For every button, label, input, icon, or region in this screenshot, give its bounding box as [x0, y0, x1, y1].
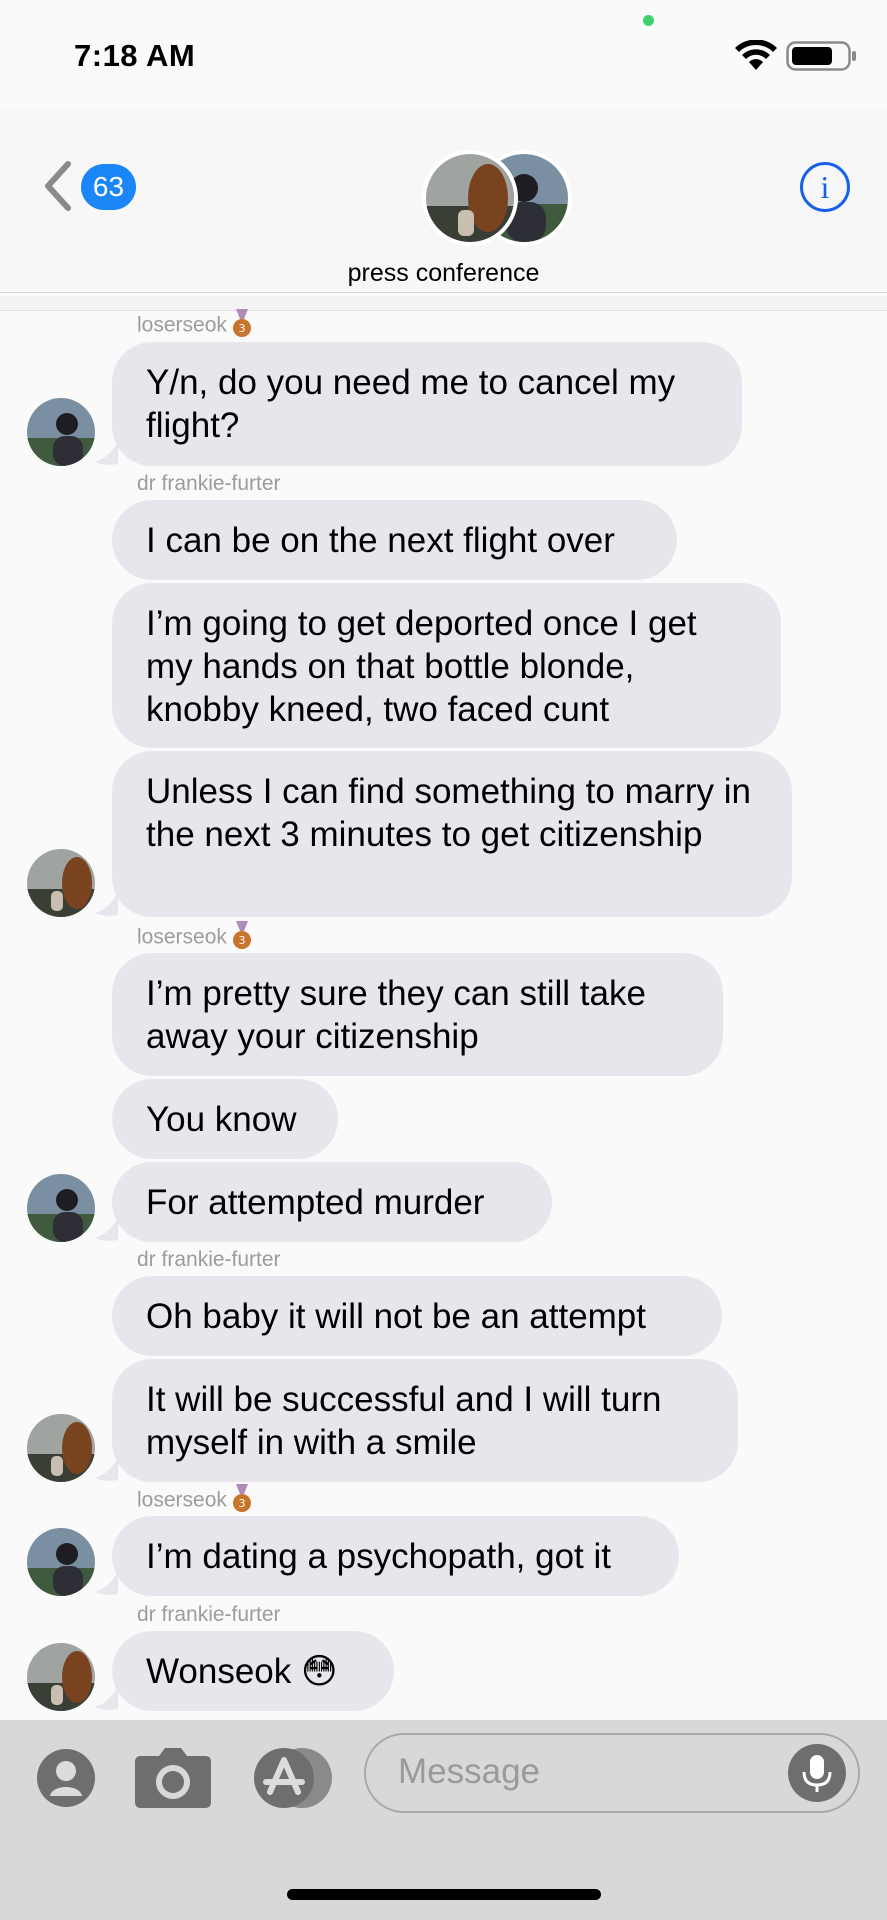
message-bubble[interactable]: It will be successful and I will turn my…	[112, 1359, 738, 1482]
bubble-tail	[94, 1687, 118, 1710]
conversation-title[interactable]: press conference	[0, 259, 887, 288]
status-time: 7:18 AM	[74, 38, 196, 73]
header-divider	[0, 296, 887, 311]
svg-text:3: 3	[238, 934, 245, 947]
bubble-tail	[94, 893, 118, 916]
info-button[interactable]: i	[800, 162, 850, 212]
avatar[interactable]	[27, 1174, 95, 1242]
bronze-medal-icon: 3	[232, 1484, 251, 1512]
sender-label: loserseok 3	[137, 921, 253, 951]
bubble-tail	[94, 1458, 118, 1481]
avatar[interactable]	[27, 1643, 95, 1711]
bubble-tail	[94, 1218, 118, 1241]
avatar[interactable]	[27, 1414, 95, 1482]
sender-label: dr frankie-furter	[137, 1248, 281, 1271]
sender-label: loserseok 3	[137, 1484, 253, 1514]
bronze-medal-icon: 3	[232, 921, 251, 949]
message-bubble[interactable]: Wonseok 😳	[112, 1631, 394, 1711]
svg-text:3: 3	[238, 1497, 245, 1510]
message-bubble[interactable]: I’m pretty sure they can still take away…	[112, 953, 723, 1076]
message-bubble[interactable]: I’m dating a psychopath, got it	[112, 1516, 679, 1596]
mic-button[interactable]	[788, 1744, 846, 1802]
message-bubble[interactable]: For attempted murder	[112, 1162, 552, 1242]
group-avatar-1[interactable]	[422, 150, 518, 246]
avatar[interactable]	[27, 398, 95, 466]
sender-label: dr frankie-furter	[137, 1603, 281, 1626]
sender-label: dr frankie-furter	[137, 472, 281, 495]
wifi-icon	[735, 40, 777, 70]
camera-indicator-dot	[643, 15, 654, 26]
message-bubble[interactable]: Unless I can find something to marry in …	[112, 751, 792, 917]
bubble-tail	[94, 1572, 118, 1595]
status-bar: 7:18 AM	[0, 0, 887, 110]
chevron-left-icon[interactable]	[40, 158, 74, 214]
back-button-badge[interactable]: 63	[81, 164, 136, 210]
message-bubble[interactable]: I can be on the next flight over	[112, 500, 677, 580]
svg-text:3: 3	[238, 322, 245, 335]
message-bubble[interactable]: I’m going to get deported once I get my …	[112, 583, 781, 748]
avatar[interactable]	[27, 849, 95, 917]
message-placeholder: Message	[398, 1752, 541, 1791]
microphone-icon	[802, 1755, 832, 1792]
bronze-medal-icon: 3	[232, 309, 251, 337]
battery-icon	[786, 41, 856, 71]
bubble-tail	[94, 442, 118, 465]
contact-icon[interactable]	[36, 1748, 96, 1808]
avatar[interactable]	[27, 1528, 95, 1596]
home-indicator[interactable]	[287, 1889, 601, 1900]
camera-icon[interactable]	[135, 1748, 211, 1808]
message-bubble[interactable]: Oh baby it will not be an attempt	[112, 1276, 722, 1356]
sender-label: loserseok 3	[137, 309, 253, 339]
message-bubble[interactable]: You know	[112, 1079, 338, 1159]
app-store-icon[interactable]	[252, 1746, 334, 1810]
message-bubble[interactable]: Y/n, do you need me to cancel my flight?	[112, 342, 742, 466]
